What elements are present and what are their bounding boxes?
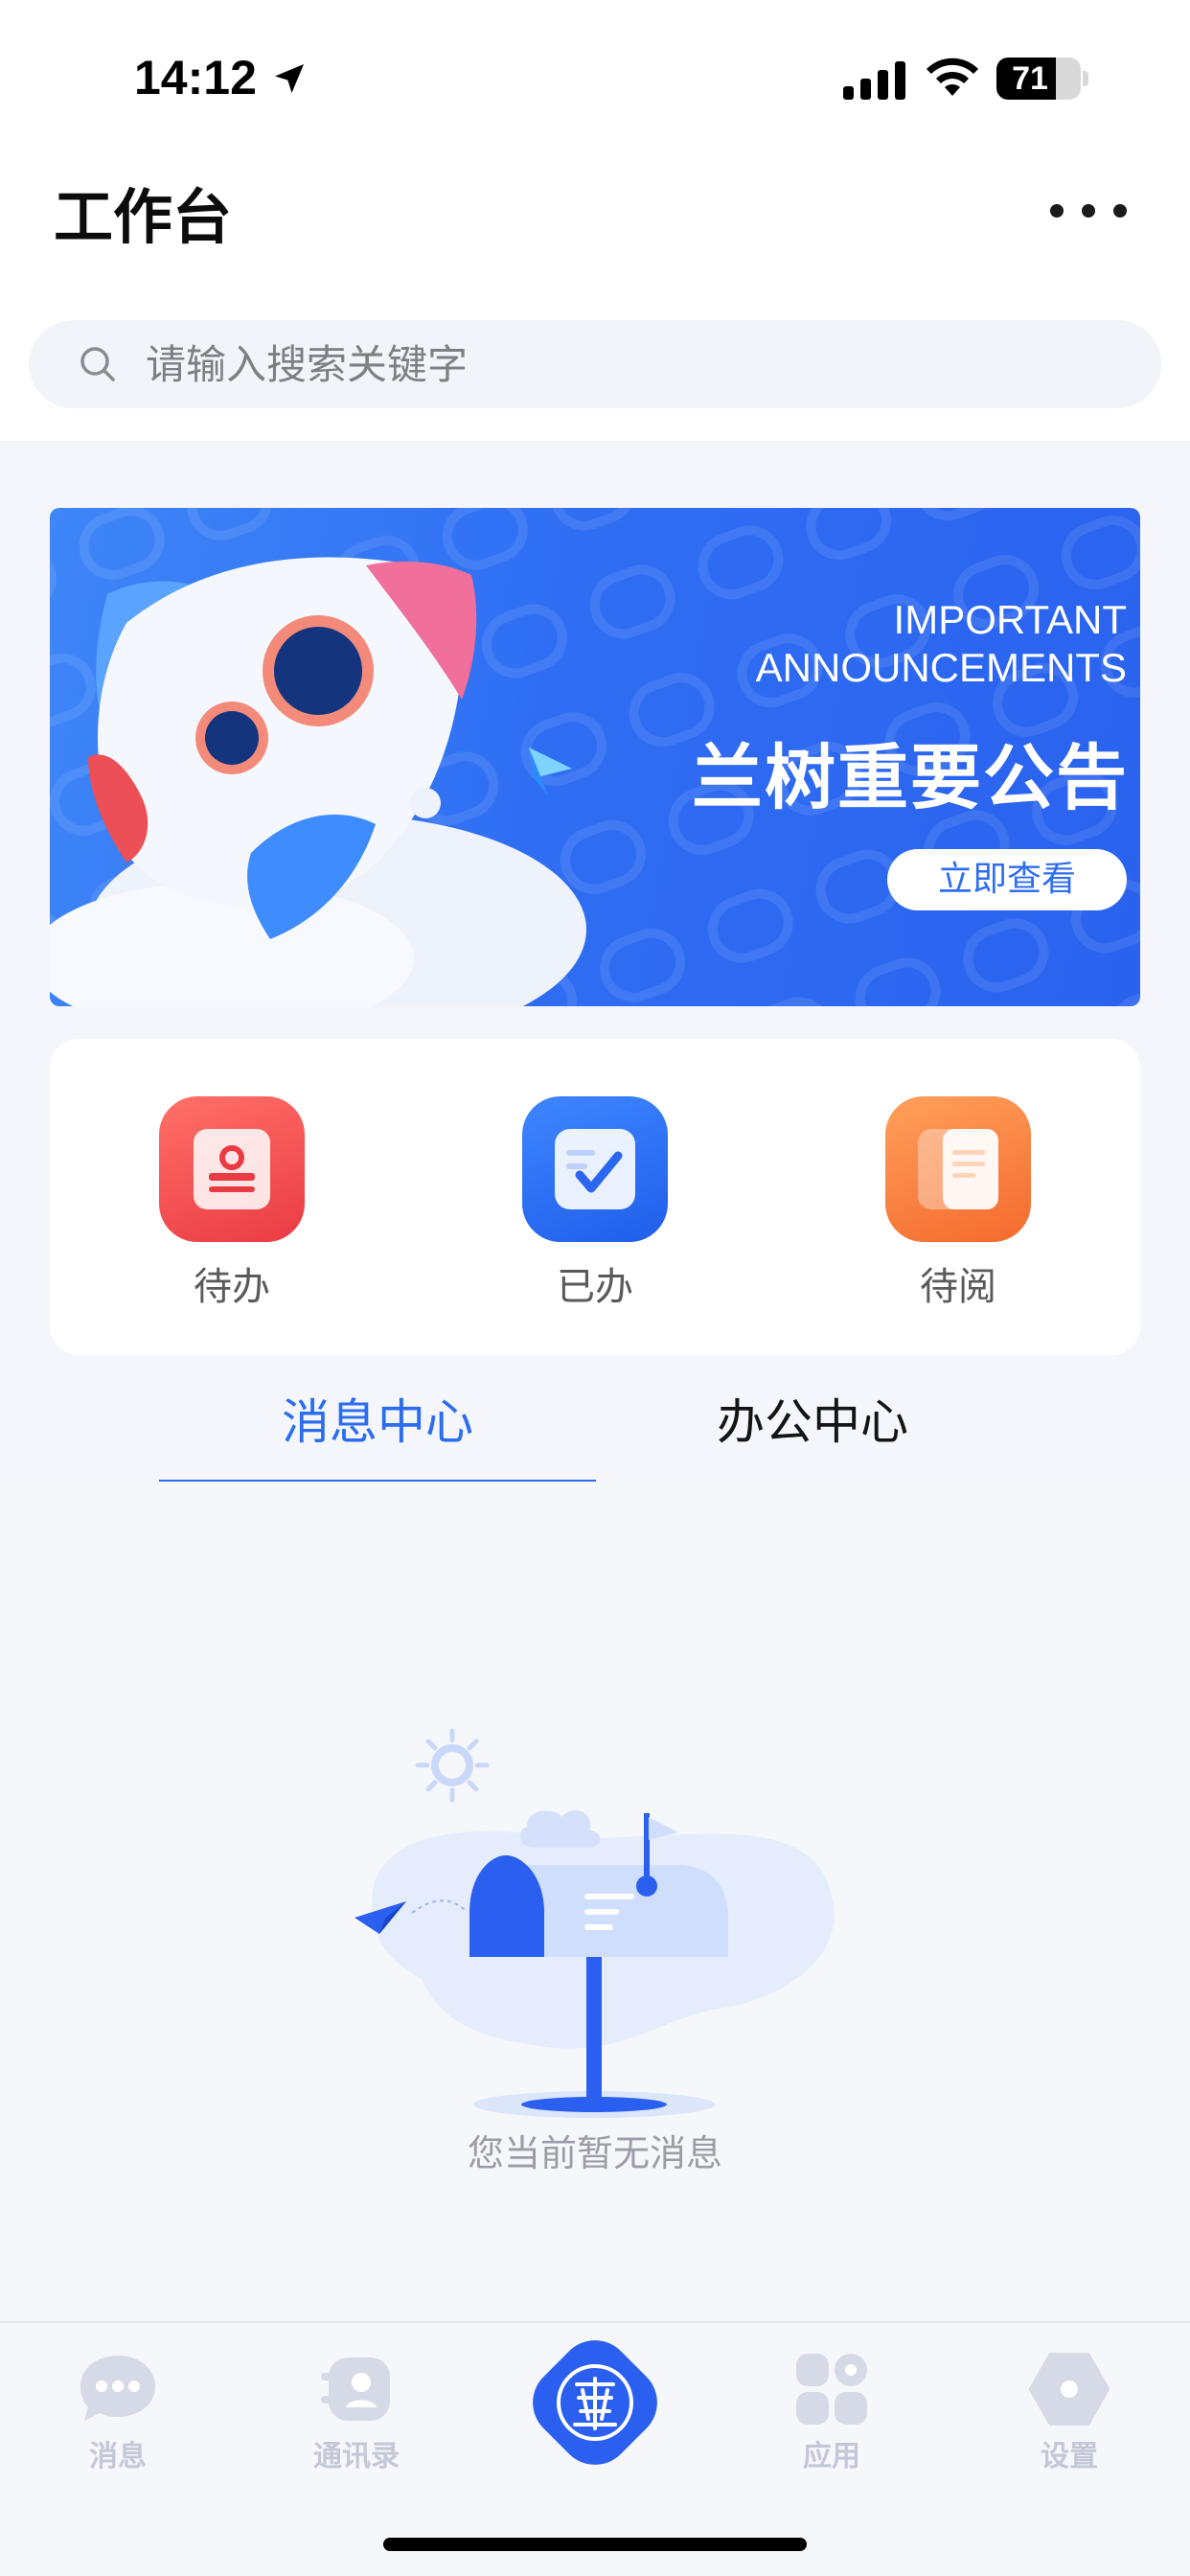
battery-tip — [1083, 71, 1088, 86]
nav-item-contacts[interactable]: 通讯录 — [280, 2352, 433, 2474]
quick-action-to-read[interactable]: 待阅 — [843, 1096, 1073, 1311]
quick-action-label: 已办 — [557, 1265, 633, 1309]
nav-item-apps[interactable]: 应用 — [755, 2352, 908, 2474]
document-icon — [885, 1096, 1031, 1242]
banner-title-cn: 兰树重要公告 — [692, 737, 1129, 819]
nav-item-settings[interactable]: 设置 — [993, 2352, 1146, 2474]
empty-state-message: 您当前暂无消息 — [467, 2132, 722, 2174]
settings-hexagon-icon — [1029, 2353, 1110, 2426]
ellipsis-icon — [1113, 204, 1127, 218]
nav-label: 消息 — [89, 2440, 147, 2473]
nav-item-messages[interactable]: 消息 — [41, 2352, 195, 2474]
rocket-illustration — [50, 557, 586, 1006]
wifi-icon — [927, 58, 978, 96]
location-arrow-icon — [275, 64, 304, 93]
chat-bubble-icon — [80, 2356, 155, 2421]
search-input[interactable] — [146, 320, 1123, 408]
nav-label: 应用 — [803, 2440, 860, 2473]
home-logo-icon — [533, 2340, 657, 2465]
status-time: 14:12 — [134, 51, 257, 104]
more-button[interactable] — [1050, 192, 1127, 230]
search-icon — [80, 347, 115, 381]
banner-title-en: IMPORTANT ANNOUNCEMENTS — [756, 596, 1127, 692]
tab-office-center[interactable]: 办公中心 — [594, 1384, 1031, 1453]
ellipsis-icon — [1050, 204, 1064, 218]
battery-level: 71 — [1012, 60, 1048, 97]
view-now-button[interactable]: 立即查看 — [887, 849, 1127, 910]
ellipsis-icon — [1082, 204, 1095, 218]
status-bar: 14:12 71 — [0, 0, 1190, 153]
tab-bar: 消息中心 办公中心 — [0, 1355, 1190, 1483]
search-bar[interactable] — [29, 320, 1161, 408]
contacts-icon — [321, 2358, 390, 2421]
tab-message-center[interactable]: 消息中心 — [159, 1384, 596, 1453]
mailbox-illustration — [355, 1728, 835, 2118]
home-indicator — [383, 2538, 807, 2551]
nav-item-home[interactable] — [533, 2340, 657, 2465]
nav-label: 通讯录 — [313, 2440, 400, 2473]
quick-action-pending[interactable]: 待办 — [117, 1096, 347, 1311]
banner-title-en-line1: IMPORTANT — [893, 597, 1127, 642]
banner-title-en-line2: ANNOUNCEMENTS — [755, 645, 1127, 690]
page-title: 工作台 — [54, 182, 233, 252]
header: 工作台 — [0, 153, 1190, 441]
battery-icon: 71 — [996, 58, 1081, 100]
stamp-icon — [159, 1096, 305, 1242]
quick-action-label: 待阅 — [920, 1265, 996, 1309]
quick-actions-card: 待办 已办 待阅 — [50, 1039, 1140, 1355]
announcement-banner[interactable]: IMPORTANT ANNOUNCEMENTS 兰树重要公告 立即查看 — [50, 508, 1140, 1006]
checkbox-icon — [522, 1096, 668, 1242]
cellular-signal-icon — [843, 61, 905, 100]
nav-label: 设置 — [1041, 2440, 1098, 2473]
apps-grid-icon — [796, 2354, 867, 2425]
quick-action-done[interactable]: 已办 — [480, 1096, 710, 1311]
message-list-area: 您当前暂无消息 — [0, 1482, 1190, 2321]
quick-action-label: 待办 — [194, 1265, 270, 1309]
